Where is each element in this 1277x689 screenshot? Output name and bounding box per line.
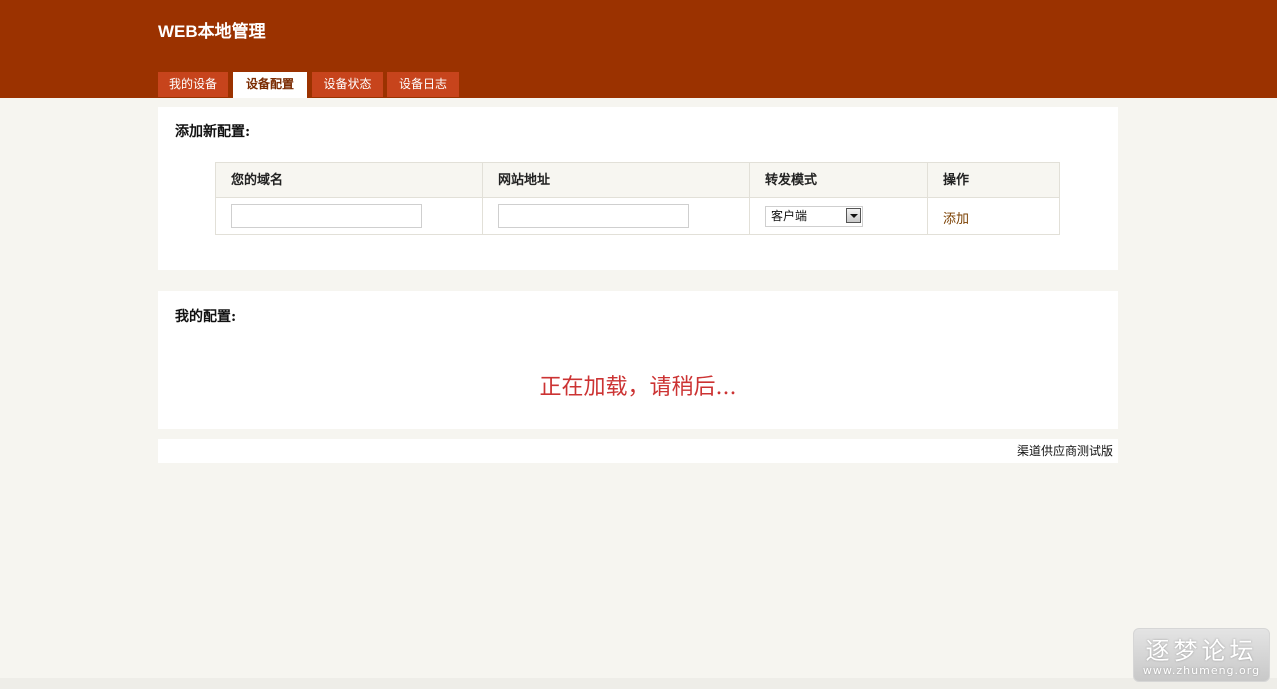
tab-device-status[interactable]: 设备状态 <box>312 72 383 97</box>
column-header-mode: 转发模式 <box>750 163 928 198</box>
top-header: WEB本地管理 我的设备 设备配置 设备状态 设备日志 <box>0 0 1277 98</box>
watermark-url: www.zhumeng.org <box>1142 664 1261 677</box>
mode-select-value: 客户端 <box>771 209 808 223</box>
chevron-down-icon[interactable] <box>846 208 861 223</box>
watermark-logo: 逐梦论坛 www.zhumeng.org <box>1133 628 1270 682</box>
version-label: 渠道供应商测试版 <box>1016 444 1113 458</box>
my-config-panel: 我的配置: 正在加载，请稍后... <box>158 291 1118 429</box>
footer-bar: 渠道供应商测试版 <box>158 439 1118 463</box>
tab-device-config[interactable]: 设备配置 <box>233 72 307 98</box>
loading-message: 正在加载，请稍后... <box>539 375 737 400</box>
add-config-table: 您的域名 网站地址 转发模式 操作 客户端 添加 <box>215 162 1060 235</box>
url-cell <box>483 198 750 235</box>
app-title: WEB本地管理 <box>158 22 266 41</box>
mode-cell: 客户端 <box>750 198 928 235</box>
mode-select[interactable]: 客户端 <box>765 206 863 227</box>
watermark-title: 逐梦论坛 <box>1145 637 1258 665</box>
column-header-action: 操作 <box>928 163 1059 198</box>
add-link[interactable]: 添加 <box>943 208 969 227</box>
domain-input[interactable] <box>231 204 422 228</box>
add-config-panel: 添加新配置: 您的域名 网站地址 转发模式 操作 客户端 添加 <box>158 107 1118 270</box>
tab-my-devices[interactable]: 我的设备 <box>158 72 228 97</box>
column-header-url: 网站地址 <box>483 163 750 198</box>
action-cell: 添加 <box>928 198 1059 235</box>
my-config-title: 我的配置: <box>175 309 237 325</box>
bottom-edge <box>0 678 1277 689</box>
add-config-title: 添加新配置: <box>175 124 251 140</box>
tab-device-log[interactable]: 设备日志 <box>387 72 459 97</box>
url-input[interactable] <box>498 204 689 228</box>
column-header-domain: 您的域名 <box>216 163 483 198</box>
domain-cell <box>216 198 483 235</box>
